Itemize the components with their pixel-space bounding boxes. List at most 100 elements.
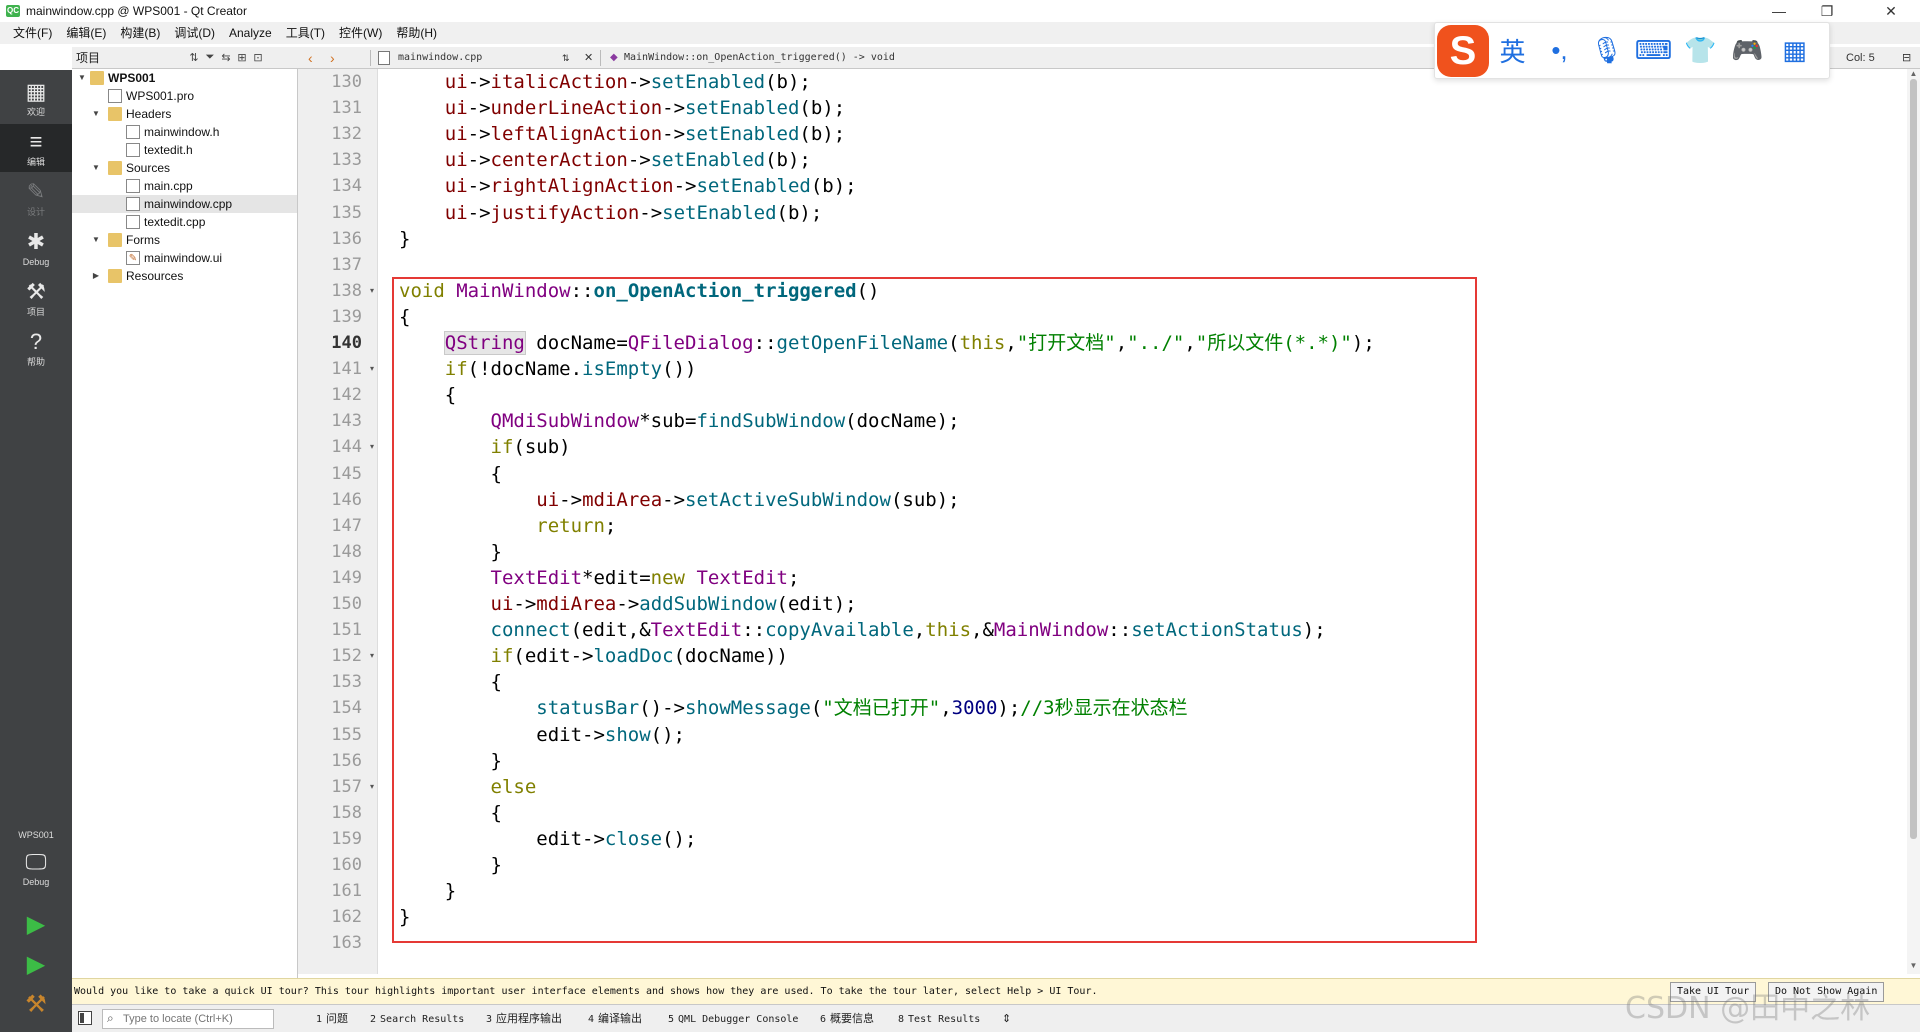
output-tab-application-output[interactable]: 3 应用程序输出 bbox=[486, 1005, 562, 1032]
english-mode-icon[interactable]: 英 bbox=[1489, 32, 1536, 69]
menu-widgets[interactable]: 控件(W) bbox=[332, 22, 389, 44]
line-number: 139 bbox=[331, 307, 362, 327]
skin-shirt-icon[interactable]: 👕 bbox=[1677, 35, 1724, 66]
tree-item-file[interactable]: textedit.h bbox=[72, 141, 297, 159]
collapse-arrow-icon[interactable]: ▶ bbox=[90, 267, 102, 285]
line-number: 135 bbox=[331, 203, 362, 223]
editor-vertical-scrollbar[interactable]: ▲ ▼ bbox=[1907, 69, 1920, 974]
fold-arrow-icon[interactable]: ▾ bbox=[367, 774, 377, 800]
tree-item-file[interactable]: mainwindow.h bbox=[72, 123, 297, 141]
tree-item-folder[interactable]: ▼ Forms bbox=[72, 231, 297, 249]
expand-arrow-icon[interactable]: ▼ bbox=[76, 69, 88, 87]
microphone-icon[interactable]: 🎙 bbox=[1583, 35, 1630, 66]
close-window-button[interactable]: ✕ bbox=[1868, 0, 1914, 22]
expand-arrow-icon[interactable]: ▼ bbox=[90, 105, 102, 123]
run-icon[interactable]: ▶ bbox=[0, 910, 72, 939]
sort-icon[interactable]: ⇅ bbox=[186, 51, 202, 64]
code-token: (b); bbox=[799, 123, 846, 145]
menu-build[interactable]: 构建(B) bbox=[113, 22, 167, 44]
fold-arrow-icon[interactable]: ▾ bbox=[367, 434, 377, 460]
close-panel-icon[interactable]: ⊡ bbox=[250, 51, 266, 64]
code-editor[interactable]: ui->italicAction->setEnabled(b); ui->und… bbox=[379, 69, 1907, 974]
output-tab-issues[interactable]: 1 问题 bbox=[316, 1005, 348, 1032]
scroll-up-icon[interactable]: ▲ bbox=[1907, 69, 1920, 78]
current-symbol[interactable]: MainWindow::on_OpenAction_triggered() ->… bbox=[624, 47, 895, 69]
maximize-button[interactable]: ❐ bbox=[1804, 0, 1850, 22]
tree-item-file[interactable]: textedit.cpp bbox=[72, 213, 297, 231]
build-hammer-icon[interactable]: ⚒ bbox=[0, 990, 72, 1019]
menu-edit[interactable]: 编辑(E) bbox=[59, 22, 113, 44]
code-token: } bbox=[399, 854, 502, 876]
tree-item-file[interactable]: main.cpp bbox=[72, 177, 297, 195]
tree-item-label: Headers bbox=[126, 107, 172, 121]
output-tab-test-results[interactable]: 8 Test Results bbox=[898, 1005, 980, 1032]
tree-item-file[interactable]: ✎ mainwindow.ui bbox=[72, 249, 297, 267]
mode-design[interactable]: ✎ 设计 bbox=[0, 174, 72, 222]
tab-number: 5 bbox=[668, 1014, 675, 1025]
code-token: getOpenFileName bbox=[776, 332, 949, 354]
code-token: docName= bbox=[524, 332, 628, 354]
code-token: ,& bbox=[971, 619, 994, 641]
locator-input[interactable] bbox=[123, 1011, 271, 1027]
tree-item-file[interactable]: WPS001.pro bbox=[72, 87, 297, 105]
tree-item-folder[interactable]: ▼ Sources bbox=[72, 159, 297, 177]
file-dropdown-icon[interactable]: ⇅ bbox=[562, 47, 570, 69]
kit-selector[interactable]: 🖵 Debug bbox=[0, 844, 72, 892]
mode-welcome[interactable]: ▦ 欢迎 bbox=[0, 74, 72, 122]
sogou-logo-icon[interactable]: S bbox=[1437, 24, 1489, 77]
project-panel-title[interactable]: 项目 bbox=[76, 49, 186, 66]
code-line: statusBar()->showMessage("文档已打开",3000);/… bbox=[399, 695, 1187, 721]
output-tab-compile-output[interactable]: 4 编译输出 bbox=[588, 1005, 642, 1032]
tree-item-file-selected[interactable]: mainwindow.cpp bbox=[72, 195, 297, 213]
close-file-icon[interactable]: ✕ bbox=[584, 47, 593, 69]
forward-arrow-icon[interactable]: › bbox=[330, 47, 335, 69]
toggle-sidebar-icon[interactable] bbox=[78, 1011, 92, 1025]
scrollbar-thumb[interactable] bbox=[1910, 79, 1917, 839]
mode-help[interactable]: ? 帮助 bbox=[0, 324, 72, 372]
menu-tools[interactable]: 工具(T) bbox=[279, 22, 332, 44]
scroll-down-icon[interactable]: ▼ bbox=[1907, 961, 1920, 970]
menu-file[interactable]: 文件(F) bbox=[6, 22, 59, 44]
expand-arrow-icon[interactable]: ▼ bbox=[90, 231, 102, 249]
output-tab-search-results[interactable]: 2 Search Results bbox=[370, 1005, 464, 1032]
split-editor-icon[interactable]: ⊟ bbox=[1902, 47, 1911, 69]
more-panes-icon[interactable]: ⇕ bbox=[1002, 1005, 1011, 1032]
split-panel-icon[interactable]: ⊞ bbox=[234, 51, 250, 64]
menu-analyze[interactable]: Analyze bbox=[222, 22, 279, 44]
toolbox-grid-icon[interactable]: ▦ bbox=[1771, 35, 1818, 66]
code-line: ui->italicAction->setEnabled(b); bbox=[399, 69, 811, 95]
fold-arrow-icon[interactable]: ▾ bbox=[367, 278, 377, 304]
filter-icon[interactable]: ⏷ bbox=[202, 51, 218, 64]
minimize-button[interactable]: — bbox=[1756, 0, 1802, 22]
fold-arrow-icon[interactable]: ▾ bbox=[367, 356, 377, 382]
output-tab-general-messages[interactable]: 6 概要信息 bbox=[820, 1005, 874, 1032]
code-line: } bbox=[399, 226, 410, 252]
back-arrow-icon[interactable]: ‹ bbox=[308, 47, 313, 69]
code-token: showMessage bbox=[685, 697, 811, 719]
mode-edit[interactable]: ≡ 编辑 bbox=[0, 124, 72, 172]
tree-item-project[interactable]: ▼ WPS001 bbox=[72, 69, 297, 87]
menu-debug[interactable]: 调试(D) bbox=[167, 22, 222, 44]
keyboard-icon[interactable]: ⌨ bbox=[1630, 35, 1677, 66]
link-icon[interactable]: ⇆ bbox=[218, 51, 234, 64]
debug-run-icon[interactable]: ▶ bbox=[0, 950, 72, 979]
line-number: 157 bbox=[331, 777, 362, 797]
toolbar-separator bbox=[600, 50, 601, 66]
pro-file-icon bbox=[108, 89, 122, 103]
mode-projects[interactable]: ⚒ 项目 bbox=[0, 274, 72, 322]
punctuation-icon[interactable]: •, bbox=[1536, 35, 1583, 66]
code-line: ui->mdiArea->addSubWindow(edit); bbox=[399, 591, 857, 617]
expand-arrow-icon[interactable]: ▼ bbox=[90, 159, 102, 177]
tree-item-folder[interactable]: ▼ Headers bbox=[72, 105, 297, 123]
mode-debug[interactable]: ✱ Debug bbox=[0, 224, 72, 272]
code-token: { bbox=[399, 306, 411, 328]
output-tab-qml-debugger-console[interactable]: 5 QML Debugger Console bbox=[668, 1005, 798, 1032]
code-token: (b); bbox=[765, 149, 811, 171]
fold-arrow-icon[interactable]: ▾ bbox=[367, 643, 377, 669]
open-file-name[interactable]: mainwindow.cpp bbox=[398, 47, 482, 69]
menu-help[interactable]: 帮助(H) bbox=[389, 22, 444, 44]
gamepad-icon[interactable]: 🎮 bbox=[1724, 35, 1771, 66]
code-token: (b); bbox=[810, 175, 857, 197]
tree-item-folder[interactable]: ▶ Resources bbox=[72, 267, 297, 285]
